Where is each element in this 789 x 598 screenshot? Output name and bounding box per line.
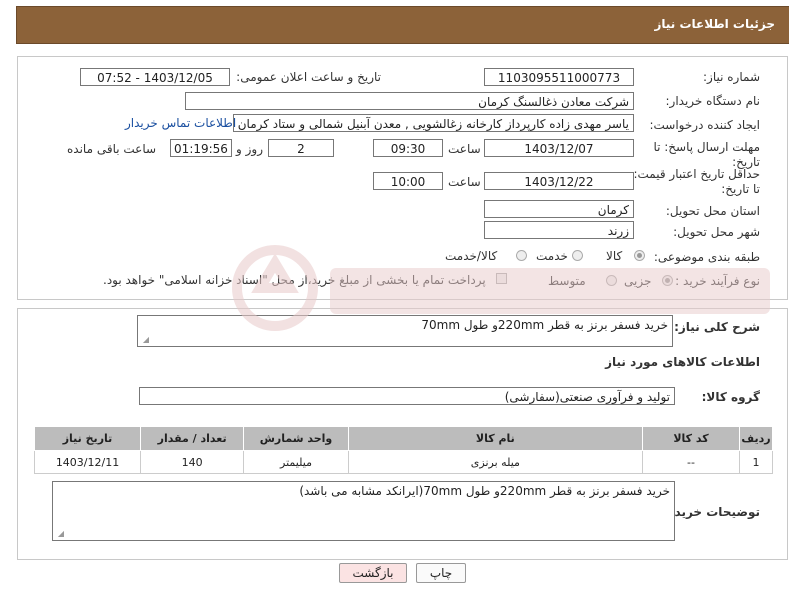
col-row-header: ردیف: [739, 426, 773, 451]
category-label: طبقه بندی موضوعی:: [653, 250, 760, 264]
process-medium-label: متوسط: [548, 274, 586, 288]
goods-table-header: ردیف کد کالا نام کالا واحد شمارش تعداد /…: [33, 426, 773, 451]
need-number-field: 1103095511000773: [484, 68, 634, 86]
buyer-contact-link[interactable]: اطلاعات تماس خریدار: [125, 116, 236, 130]
category-both-radio[interactable]: [516, 250, 527, 261]
goods-table: ردیف کد کالا نام کالا واحد شمارش تعداد /…: [33, 426, 773, 474]
category-service-radio[interactable]: [572, 250, 583, 261]
table-row: 1 -- میله برنزی میلیمتر 140 1403/12/11: [33, 450, 773, 474]
process-type-label: نوع فرآیند خرید :: [675, 274, 760, 288]
cell-qty: 140: [140, 450, 245, 474]
days-label: روز و: [236, 142, 263, 156]
need-number-label: شماره نیاز:: [703, 70, 760, 84]
process-small-label: جزیی: [624, 274, 652, 288]
deadline-label: مهلت ارسال پاسخ: تا تاریخ:: [653, 140, 760, 169]
page-title: جزئیات اطلاعات نیاز: [654, 17, 775, 31]
col-unit-header: واحد شمارش: [243, 426, 349, 451]
cell-unit: میلیمتر: [243, 450, 349, 474]
col-date-header: تاریخ نیاز: [33, 426, 142, 451]
need-details-page: جزئیات اطلاعات نیاز شماره نیاز: 11030955…: [0, 0, 789, 598]
summary-field: خرید فسفر برنز به قطر 220mmو طول 70mm ◢: [137, 315, 673, 347]
city-field: زرند: [484, 221, 634, 239]
remaining-time-label: ساعت باقی مانده: [67, 142, 157, 156]
treasury-payment-checkbox[interactable]: [496, 273, 507, 284]
province-label: استان محل تحویل:: [665, 204, 760, 218]
goods-group-label: گروه کالا:: [701, 390, 760, 404]
announce-date-label: تاریخ و ساعت اعلان عمومی:: [236, 70, 381, 84]
col-code-header: کد کالا: [641, 426, 741, 451]
process-small-radio[interactable]: [662, 275, 673, 286]
cell-name: میله برنزی: [347, 450, 643, 474]
min-price-time-label: ساعت: [448, 175, 481, 189]
buyer-notes-field: خرید فسفر برنز به قطر 220mmو طول 70mm(ای…: [52, 481, 675, 541]
announce-date-field: 1403/12/05 - 07:52: [80, 68, 230, 86]
creator-field: یاسر مهدی زاده کارپرداز کارخانه زغالشویی…: [233, 114, 634, 132]
creator-label: ایجاد کننده درخواست:: [649, 118, 760, 132]
category-goods-radio[interactable]: [634, 250, 645, 261]
category-goods-label: کالا: [606, 249, 623, 263]
min-price-date-field: 1403/12/22: [484, 172, 634, 190]
min-price-time-field: 10:00: [373, 172, 443, 190]
resize-grip-icon[interactable]: ◢: [141, 336, 149, 344]
deadline-date-field: 1403/12/07: [484, 139, 634, 157]
remaining-time-field: 01:19:56: [170, 139, 232, 157]
col-qty-header: تعداد / مقدار: [140, 426, 245, 451]
province-field: کرمان: [484, 200, 634, 218]
col-name-header: نام کالا: [347, 426, 643, 451]
cell-code: --: [641, 450, 741, 474]
buyer-org-field: شرکت معادن ذغالسنگ کرمان: [185, 92, 634, 110]
deadline-time-label: ساعت: [448, 142, 481, 156]
resize-grip-icon[interactable]: ◢: [56, 530, 64, 538]
cell-row: 1: [739, 450, 773, 474]
page-header: جزئیات اطلاعات نیاز: [16, 6, 789, 44]
print-button[interactable]: چاپ: [416, 563, 466, 583]
summary-label: شرح کلی نیاز:: [674, 320, 760, 334]
goods-info-title: اطلاعات کالاهای مورد نیاز: [605, 355, 760, 369]
deadline-time-field: 09:30: [373, 139, 443, 157]
min-price-label: حداقل تاریخ اعتبار قیمت: تا تاریخ:: [633, 167, 760, 196]
back-button[interactable]: بازگشت: [339, 563, 407, 583]
buyer-notes-text: خرید فسفر برنز به قطر 220mmو طول 70mm(ای…: [299, 484, 670, 498]
process-medium-radio[interactable]: [606, 275, 617, 286]
category-service-label: خدمت: [536, 249, 568, 263]
buyer-org-label: نام دستگاه خریدار:: [665, 94, 761, 108]
city-label: شهر محل تحویل:: [673, 225, 760, 239]
treasury-payment-note: پرداخت تمام یا بخشی از مبلغ خرید،از محل …: [103, 273, 486, 287]
cell-date: 1403/12/11: [33, 450, 142, 474]
goods-group-field: تولید و فرآوری صنعتی(سفارشی): [139, 387, 675, 405]
days-field: 2: [268, 139, 334, 157]
category-both-label: کالا/خدمت: [445, 249, 498, 263]
summary-text: خرید فسفر برنز به قطر 220mmو طول 70mm: [421, 318, 668, 332]
